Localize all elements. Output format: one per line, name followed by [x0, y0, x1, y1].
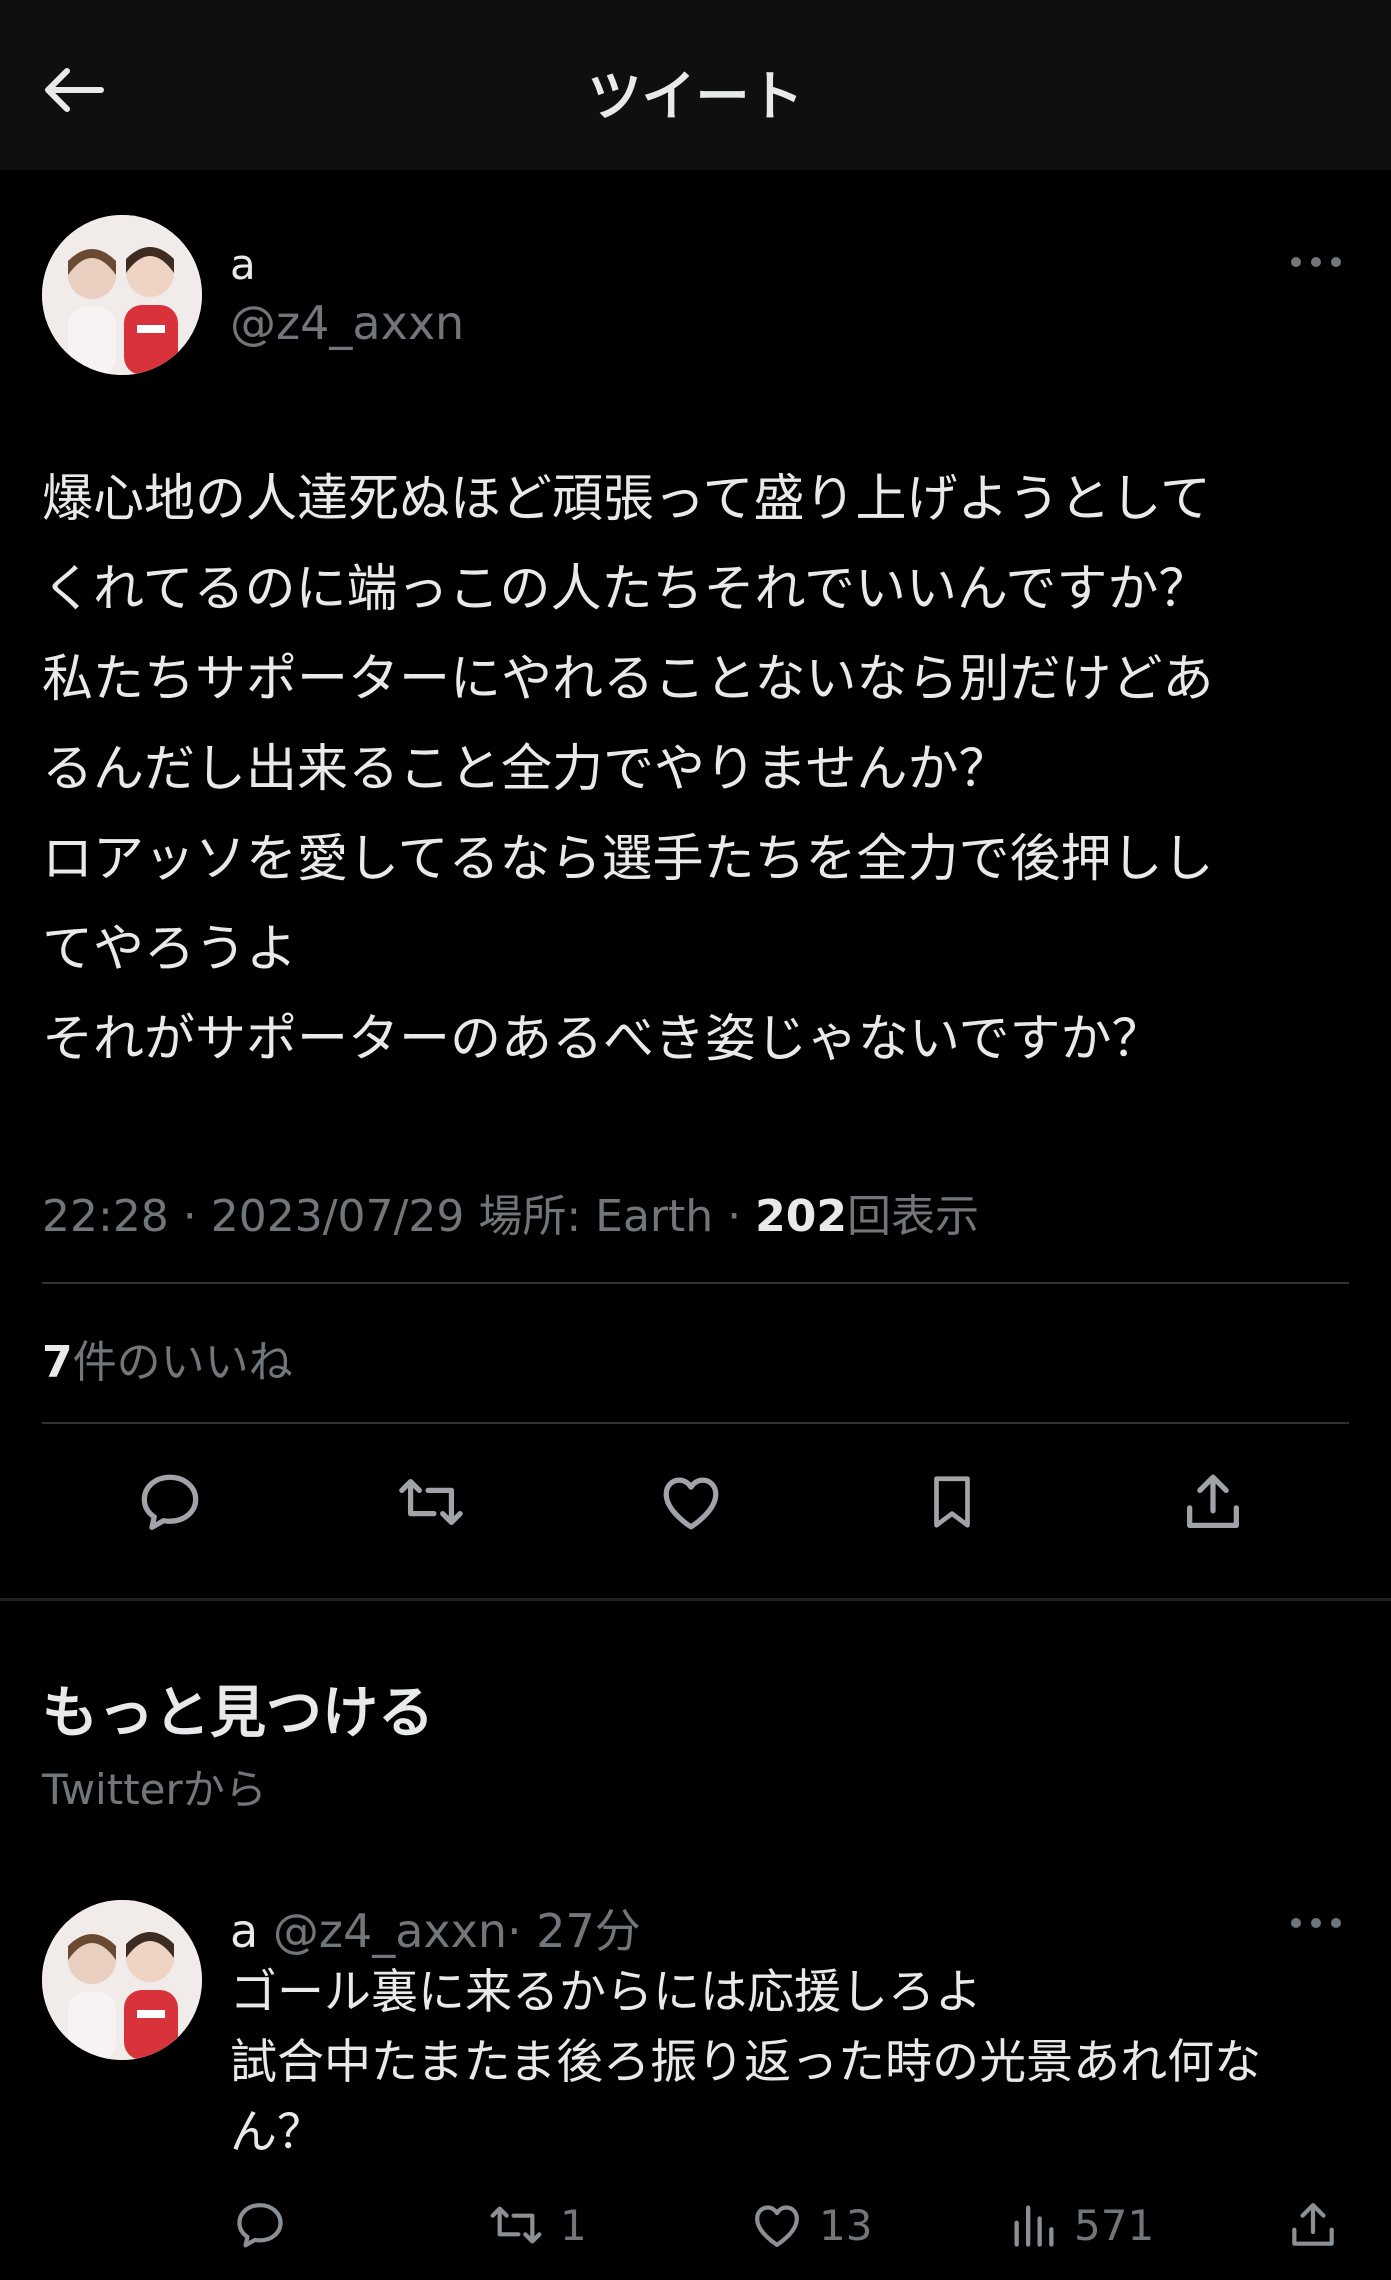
retweet-button[interactable] — [386, 1457, 476, 1547]
section-divider — [0, 1598, 1391, 1601]
tweet-timestamp-location: 22:28 · 2023/07/29 場所: Earth · — [42, 1191, 756, 1242]
author-display-name[interactable]: a — [230, 240, 256, 289]
tweet-text: 爆心地の人達死ぬほど頑張って盛り上げようとして くれてるのに端っこの人たちそれで… — [42, 470, 1214, 1069]
views-count: 571 — [1074, 2200, 1155, 2250]
recommended-retweet-button[interactable]: 1 — [486, 2190, 587, 2260]
like-icon — [755, 2205, 799, 2247]
recommended-tweet-text: ゴール裏に来るからには応援しろよ 試合中たまたま後ろ振り返った時の光景あれ何な … — [230, 1965, 1262, 2160]
avatar-photo-icon — [42, 215, 202, 375]
share-button[interactable] — [1168, 1457, 1258, 1547]
like-count: 13 — [819, 2200, 873, 2250]
avatar-photo-icon — [42, 1900, 202, 2060]
author-handle[interactable]: @z4_axxn — [230, 296, 464, 350]
share-icon — [1187, 1474, 1239, 1528]
like-button[interactable] — [646, 1457, 736, 1547]
recommended-reply-button[interactable] — [232, 2190, 302, 2260]
more-dots-icon — [1291, 257, 1341, 267]
recommended-handle[interactable]: @z4_axxn — [273, 1904, 507, 1958]
recommended-tweet-header: a @z4_axxn· 27分 — [230, 1895, 641, 1961]
bookmark-icon — [934, 1476, 970, 1528]
reply-icon — [237, 2203, 283, 2248]
views-label: 回表示 — [846, 1191, 979, 1242]
likes-summary[interactable]: 7件のいいね — [42, 1326, 293, 1390]
recommended-more-button[interactable] — [1286, 1908, 1346, 1938]
top-bar: ツイート — [0, 0, 1391, 170]
like-icon — [663, 1477, 719, 1530]
share-icon — [1292, 2203, 1334, 2246]
avatar[interactable] — [42, 1900, 202, 2060]
likes-label: 件のいいね — [72, 1337, 293, 1388]
retweet-icon — [490, 2206, 542, 2244]
bookmark-button[interactable] — [907, 1457, 997, 1547]
retweet-icon — [399, 1478, 463, 1526]
recommended-like-button[interactable]: 13 — [749, 2190, 872, 2260]
page-title: ツイート — [587, 65, 804, 128]
reply-icon — [141, 1474, 199, 1530]
divider — [42, 1422, 1349, 1424]
discover-heading: もっと見つける — [42, 1681, 434, 1746]
retweet-count: 1 — [560, 2200, 587, 2250]
analytics-icon — [1014, 2205, 1054, 2247]
recommended-time: · 27分 — [507, 1904, 641, 1958]
tweet-meta: 22:28 · 2023/07/29 場所: Earth · 202回表示 — [42, 1180, 979, 1244]
more-options-button[interactable] — [1286, 247, 1346, 277]
recommended-display-name[interactable]: a — [230, 1904, 258, 1958]
discover-subtitle: Twitterから — [42, 1765, 267, 1814]
likes-count: 7 — [42, 1337, 73, 1388]
more-dots-icon — [1291, 1918, 1341, 1928]
divider — [42, 1282, 1349, 1284]
recommended-views-button[interactable]: 571 — [1008, 2190, 1154, 2260]
avatar[interactable] — [42, 215, 202, 375]
reply-button[interactable] — [125, 1457, 215, 1547]
views-count: 202 — [755, 1191, 847, 1242]
recommended-share-button[interactable] — [1285, 2190, 1355, 2260]
